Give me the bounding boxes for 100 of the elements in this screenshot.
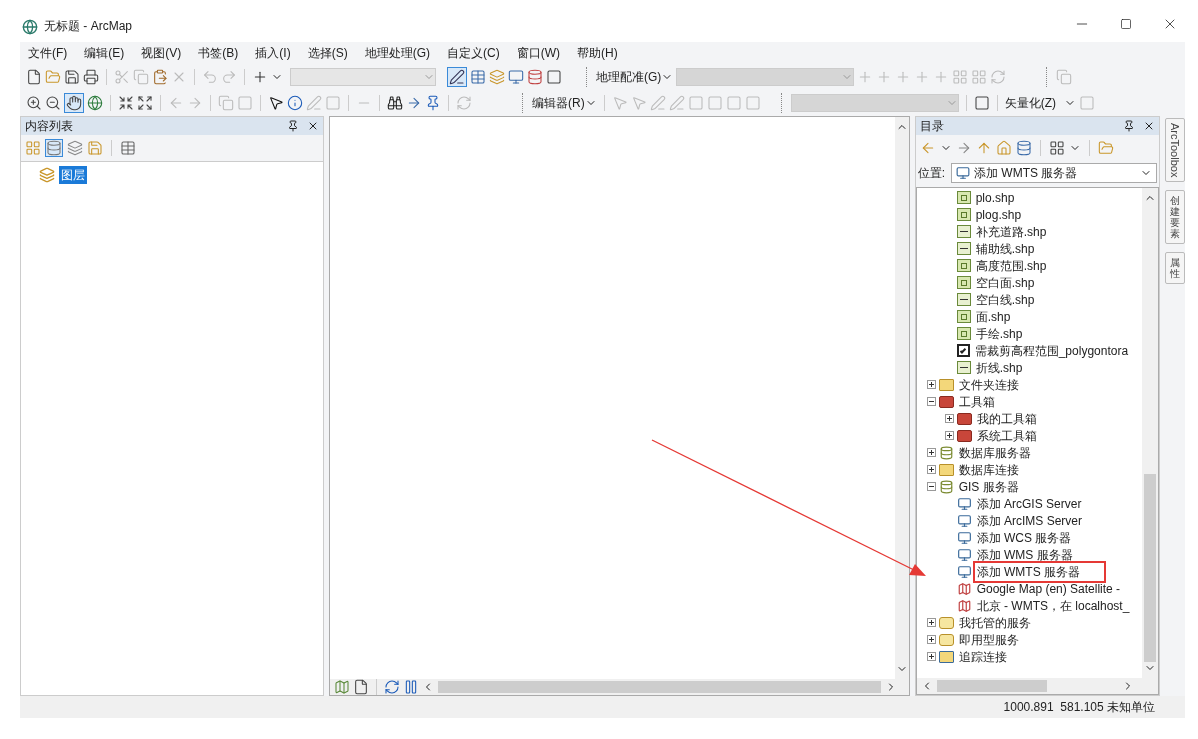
vectorization-dropdown[interactable]: 矢量化(Z): [1004, 94, 1076, 112]
home-icon[interactable]: [995, 140, 1012, 156]
menu-item[interactable]: 编辑(E): [84, 44, 125, 62]
catalog-item[interactable]: 我的工具箱: [974, 409, 1039, 428]
menu-item[interactable]: 窗口(W): [516, 44, 560, 62]
catalog-item[interactable]: 添加 ArcIMS Server: [974, 511, 1085, 530]
collapse-toggle[interactable]: [926, 397, 936, 406]
cut-icon[interactable]: [114, 69, 130, 85]
layout-view-icon[interactable]: [353, 679, 370, 695]
save-icon[interactable]: [64, 69, 80, 85]
identify-icon[interactable]: [287, 95, 303, 111]
vertical-scrollbar[interactable]: [1142, 188, 1159, 678]
catalog-item[interactable]: plo.shp: [973, 188, 1017, 207]
catalog-item[interactable]: plog.shp: [973, 205, 1024, 224]
catalog-item[interactable]: 添加 WMTS 服务器: [974, 562, 1104, 581]
server-icon: [956, 547, 972, 562]
catalog-item[interactable]: 添加 WMS 服务器: [974, 545, 1075, 564]
back-icon[interactable]: [168, 95, 184, 111]
catalog-item[interactable]: 辅助线.shp: [973, 239, 1037, 258]
horizontal-scrollbar[interactable]: [916, 678, 1159, 694]
full-extent-icon[interactable]: [87, 95, 103, 111]
new-folder-icon[interactable]: [1097, 140, 1114, 156]
catalog-item[interactable]: 空白面.shp: [973, 273, 1037, 292]
catalog-item[interactable]: 空白线.shp: [973, 290, 1037, 309]
redo-icon[interactable]: [221, 69, 237, 85]
map-service-icon: [956, 581, 972, 596]
zoom-in-icon[interactable]: [26, 95, 42, 111]
catalog-item[interactable]: 添加 ArcGIS Server: [974, 494, 1084, 513]
list-by-source-icon[interactable]: [46, 140, 62, 156]
side-tab[interactable]: 创建要素: [1165, 190, 1185, 245]
expand-toggle[interactable]: [926, 618, 936, 627]
catalog-item[interactable]: 添加 WCS 服务器: [974, 528, 1074, 547]
menu-item[interactable]: 帮助(H): [577, 44, 618, 62]
vertical-scrollbar[interactable]: [894, 117, 909, 679]
copy-icon[interactable]: [133, 69, 149, 85]
editor-icon[interactable]: [449, 69, 465, 85]
edit-tool-icon[interactable]: [611, 95, 628, 111]
catalog-item[interactable]: GIS 服务器: [956, 477, 1021, 496]
catalog-item[interactable]: 高度范围.shp: [973, 256, 1049, 275]
maximize-button[interactable]: [1120, 18, 1132, 30]
menu-item[interactable]: 插入(I): [255, 44, 291, 62]
catalog-item[interactable]: 我托管的服务: [956, 613, 1033, 632]
catalog-item[interactable]: 追踪连接: [956, 647, 1009, 666]
catalog-item[interactable]: 北京 - WMTS，在 localhost_: [974, 596, 1132, 615]
rotate-icon[interactable]: [990, 69, 1007, 85]
paste-icon[interactable]: [152, 69, 168, 85]
menu-item[interactable]: 视图(V): [141, 44, 182, 62]
layer-group-item[interactable]: 图层: [59, 166, 87, 184]
expand-toggle[interactable]: [926, 652, 936, 661]
pan-icon[interactable]: [66, 95, 82, 111]
editor-dropdown[interactable]: 编辑器(R): [532, 94, 597, 112]
catalog-item[interactable]: Google Map (en) Satellite -: [974, 579, 1123, 598]
catalog-item[interactable]: 折线.shp: [973, 358, 1025, 377]
add-data-icon[interactable]: [252, 69, 268, 85]
menu-item[interactable]: 自定义(C): [447, 44, 500, 62]
catalog-item[interactable]: 需裁剪高程范围_polygontora: [972, 341, 1131, 360]
server-icon: [956, 513, 972, 528]
forward-icon[interactable]: [187, 95, 203, 111]
fixed-zoom-out-icon[interactable]: [137, 95, 153, 111]
side-tab[interactable]: 属性: [1165, 252, 1185, 285]
menu-item[interactable]: 文件(F): [28, 44, 68, 62]
print-icon[interactable]: [83, 69, 99, 85]
catalog-item[interactable]: 系统工具箱: [974, 426, 1039, 445]
expand-toggle[interactable]: [926, 635, 936, 644]
find-icon[interactable]: [387, 95, 403, 111]
catalog-item[interactable]: 补充道路.shp: [973, 222, 1049, 241]
catalog-item[interactable]: 面.shp: [973, 307, 1013, 326]
view-icon[interactable]: [1048, 140, 1065, 156]
map-service-icon: [956, 598, 972, 613]
line-layer-icon: [956, 293, 971, 306]
select-pointer-icon[interactable]: [268, 95, 284, 111]
expand-toggle[interactable]: [926, 465, 936, 474]
catalog-item[interactable]: 数据库连接: [956, 460, 1021, 479]
location-dropdown[interactable]: 添加 WMTS 服务器: [951, 163, 1158, 183]
menu-item[interactable]: 选择(S): [307, 44, 348, 62]
catalog-item[interactable]: 手绘.shp: [973, 324, 1025, 343]
expand-toggle[interactable]: [944, 431, 954, 440]
pin-icon[interactable]: [1123, 120, 1136, 132]
catalog-item[interactable]: 工具箱: [956, 392, 997, 411]
list-by-visibility-icon[interactable]: [67, 140, 83, 156]
catalog-item[interactable]: 即用型服务: [956, 630, 1021, 649]
zoom-out-icon[interactable]: [45, 95, 61, 111]
refresh-icon[interactable]: [384, 679, 401, 695]
expand-toggle[interactable]: [926, 380, 936, 389]
data-view-icon[interactable]: [334, 679, 351, 695]
expand-toggle[interactable]: [944, 414, 954, 423]
catalog-item[interactable]: 文件夹连接: [956, 375, 1021, 394]
side-tab[interactable]: ArcToolbox: [1165, 118, 1185, 183]
panel-title: 内容列表: [25, 118, 73, 135]
fixed-zoom-in-icon[interactable]: [118, 95, 134, 111]
expand-toggle[interactable]: [926, 448, 936, 457]
undo-icon[interactable]: [202, 69, 218, 85]
new-icon[interactable]: [26, 69, 42, 85]
catalog-item[interactable]: 数据库服务器: [956, 443, 1033, 462]
pin-icon[interactable]: [287, 120, 300, 132]
georeferencing-dropdown[interactable]: 地理配准(G): [596, 68, 674, 86]
menu-item[interactable]: 书签(B): [198, 44, 239, 62]
menu-item[interactable]: 地理处理(G): [364, 44, 430, 62]
collapse-toggle[interactable]: [926, 482, 936, 491]
grid-icon[interactable]: [971, 69, 988, 85]
